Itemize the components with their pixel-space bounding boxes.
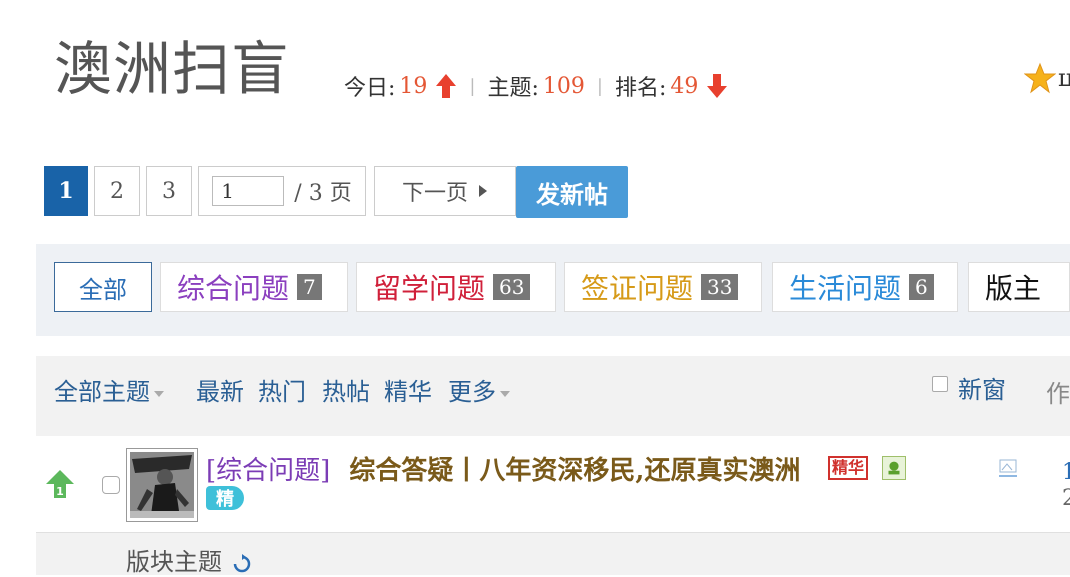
stats-separator: |: [469, 75, 476, 97]
section-topics-label[interactable]: 版块主题: [126, 542, 252, 577]
essence-badge: 精华: [828, 456, 869, 480]
next-page-label: 下一页: [401, 181, 468, 206]
tab-label: 生活问题: [789, 272, 902, 305]
tab-moderator[interactable]: 版主: [968, 262, 1070, 312]
new-post-button[interactable]: 发新帖: [516, 166, 628, 218]
tab-label: 全部: [79, 275, 127, 304]
author-column-header: 作: [1046, 380, 1070, 408]
stats-separator: |: [596, 75, 603, 97]
tab-count-badge: 7: [297, 274, 322, 300]
tab-label: 综合问题: [177, 272, 290, 305]
chevron-down-icon: [500, 390, 510, 397]
tab-count-badge: 63: [493, 274, 531, 300]
rank-label: 排名:: [615, 76, 667, 101]
tab-count-badge: 6: [909, 274, 934, 300]
tab-label: 版主: [985, 272, 1042, 305]
avatar-image: [130, 452, 194, 518]
favorite-label[interactable]: ц: [1058, 64, 1070, 92]
thread-title-row: [综合问题] 综合答疑丨八年资深移民,还原真实澳洲: [206, 450, 800, 487]
forum-title: 澳洲扫盲: [54, 35, 291, 103]
page-3-button[interactable]: 3: [146, 166, 192, 216]
broken-image-icon[interactable]: [998, 458, 1018, 478]
new-window-checkbox[interactable]: [932, 376, 948, 392]
sticky-top-icon: 1: [46, 470, 74, 498]
rank-value: 49: [670, 73, 699, 99]
topics-label: 主题:: [487, 76, 539, 101]
today-count: 19: [399, 73, 428, 99]
forum-stats: 今日: 19 | 主题: 109 | 排名: 49: [344, 70, 728, 102]
trend-up-icon: [436, 74, 457, 98]
page-jump: / 3 页: [198, 166, 366, 216]
thread-select-checkbox[interactable]: [102, 476, 120, 494]
trend-down-icon: [707, 74, 728, 98]
topics-count: 109: [542, 73, 585, 99]
caret-right-icon: [479, 185, 487, 197]
section-topics-text: 版块主题: [126, 548, 222, 576]
refresh-icon[interactable]: [232, 553, 252, 574]
tab-label: 签证问题: [581, 272, 694, 305]
tab-label: 留学问题: [373, 272, 486, 305]
today-label: 今日:: [344, 76, 396, 101]
page-jump-input[interactable]: [212, 176, 285, 206]
tab-study-abroad[interactable]: 留学问题 63: [356, 262, 556, 312]
sticky-rank-badge: 1: [56, 485, 64, 498]
image-attachment-icon: [882, 456, 906, 480]
post-date-partial: 2: [1062, 486, 1070, 511]
new-window-label: 新窗: [958, 376, 1006, 404]
filter-hot[interactable]: 热门: [258, 372, 306, 407]
page-2-button[interactable]: 2: [94, 166, 140, 216]
filter-hot-posts[interactable]: 热帖: [322, 372, 370, 407]
thread-category-link[interactable]: [综合问题]: [206, 456, 330, 486]
tab-general[interactable]: 综合问题 7: [160, 262, 348, 312]
avatar[interactable]: [126, 448, 198, 522]
favorite-star-icon[interactable]: [1024, 62, 1056, 94]
page-total-label: / 3 页: [294, 181, 352, 206]
filter-more[interactable]: 更多: [448, 372, 510, 407]
digest-badge: 精: [206, 486, 244, 510]
chevron-down-icon: [154, 390, 164, 397]
tab-visa[interactable]: 签证问题 33: [564, 262, 762, 312]
filter-all-topics-label: 全部主题: [54, 378, 150, 406]
tab-count-badge: 33: [701, 274, 739, 300]
tab-life[interactable]: 生活问题 6: [772, 262, 958, 312]
tab-all[interactable]: 全部: [54, 262, 152, 312]
thread-filter-bar: [36, 356, 1070, 436]
next-page-button[interactable]: 下一页: [374, 166, 516, 216]
thread-category-label: 综合问题: [216, 456, 321, 486]
thread-title-link[interactable]: 综合答疑丨八年资深移民,还原真实澳洲: [349, 456, 800, 486]
filter-more-label: 更多: [448, 378, 496, 406]
page-1-button[interactable]: 1: [44, 166, 88, 216]
author-name-partial[interactable]: 1: [1062, 460, 1070, 485]
filter-essence[interactable]: 精华: [384, 372, 432, 407]
filter-latest[interactable]: 最新: [196, 372, 244, 407]
filter-all-topics[interactable]: 全部主题: [54, 372, 164, 407]
